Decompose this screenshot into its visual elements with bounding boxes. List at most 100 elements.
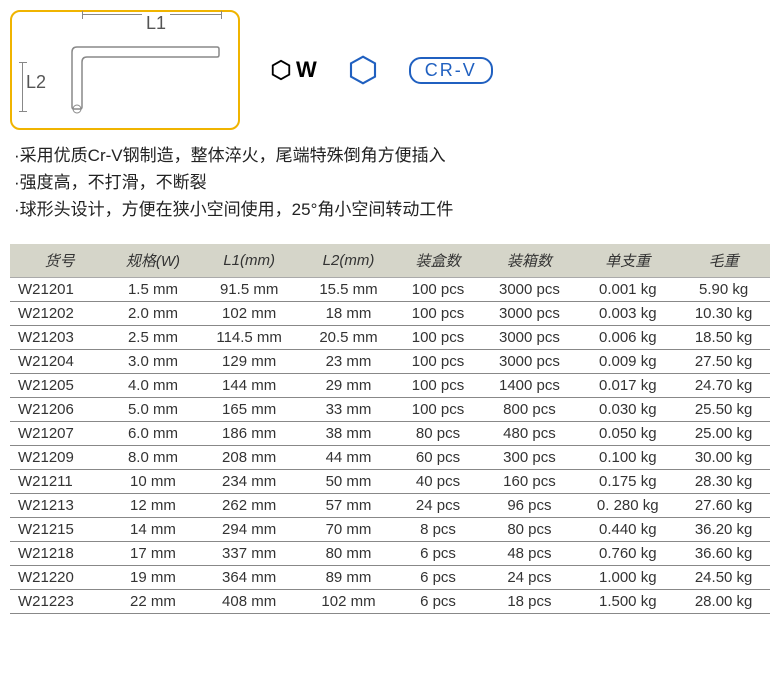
table-body: W212011.5 mm91.5 mm15.5 mm100 pcs3000 pc…	[10, 277, 770, 613]
table-cell: 10.30 kg	[677, 301, 770, 325]
table-cell: 0.175 kg	[578, 469, 677, 493]
table-row: W2122019 mm364 mm89 mm6 pcs24 pcs1.000 k…	[10, 565, 770, 589]
table-cell: 5.0 mm	[109, 397, 197, 421]
table-cell: 20.5 mm	[302, 325, 396, 349]
dimension-l1: L1	[82, 14, 222, 34]
table-cell: 337 mm	[197, 541, 302, 565]
table-cell: 29 mm	[302, 373, 396, 397]
table-row: W212032.5 mm114.5 mm20.5 mm100 pcs3000 p…	[10, 325, 770, 349]
table-cell: W21207	[10, 421, 109, 445]
table-cell: 300 pcs	[481, 445, 579, 469]
table-cell: 25.50 kg	[677, 397, 770, 421]
table-cell: 3000 pcs	[481, 301, 579, 325]
table-cell: 4.0 mm	[109, 373, 197, 397]
table-cell: 48 pcs	[481, 541, 579, 565]
table-row: W2122322 mm408 mm102 mm6 pcs18 pcs1.500 …	[10, 589, 770, 613]
table-cell: 0.050 kg	[578, 421, 677, 445]
w-label: W	[296, 57, 317, 83]
table-cell: W21203	[10, 325, 109, 349]
table-cell: 186 mm	[197, 421, 302, 445]
table-cell: 480 pcs	[481, 421, 579, 445]
wrench-diagram: L1 L2	[10, 10, 240, 130]
table-cell: W21211	[10, 469, 109, 493]
table-cell: 23 mm	[302, 349, 396, 373]
table-cell: 114.5 mm	[197, 325, 302, 349]
table-cell: 70 mm	[302, 517, 396, 541]
table-cell: 22 mm	[109, 589, 197, 613]
table-cell: 0.001 kg	[578, 277, 677, 301]
table-cell: 3.0 mm	[109, 349, 197, 373]
table-cell: 38 mm	[302, 421, 396, 445]
table-cell: 28.00 kg	[677, 589, 770, 613]
table-cell: 102 mm	[197, 301, 302, 325]
table-header-cell: L1(mm)	[197, 244, 302, 278]
table-cell: 6.0 mm	[109, 421, 197, 445]
table-cell: 14 mm	[109, 517, 197, 541]
table-header-cell: 装盒数	[395, 244, 480, 278]
desc-line-3: ·球形头设计，方便在狭小空间使用，25°角小空间转动工件	[14, 196, 770, 223]
table-cell: 28.30 kg	[677, 469, 770, 493]
table-cell: W21215	[10, 517, 109, 541]
table-header-cell: 装箱数	[481, 244, 579, 278]
table-row: W2121312 mm262 mm57 mm24 pcs96 pcs0. 280…	[10, 493, 770, 517]
table-cell: 1.5 mm	[109, 277, 197, 301]
table-cell: 100 pcs	[395, 373, 480, 397]
table-cell: 50 mm	[302, 469, 396, 493]
table-cell: 18.50 kg	[677, 325, 770, 349]
table-cell: 36.20 kg	[677, 517, 770, 541]
table-cell: 0.009 kg	[578, 349, 677, 373]
table-cell: 100 pcs	[395, 325, 480, 349]
table-cell: 25.00 kg	[677, 421, 770, 445]
table-cell: W21206	[10, 397, 109, 421]
table-cell: W21218	[10, 541, 109, 565]
table-cell: 5.90 kg	[677, 277, 770, 301]
table-cell: W21205	[10, 373, 109, 397]
table-cell: 80 mm	[302, 541, 396, 565]
table-row: W212022.0 mm102 mm18 mm100 pcs3000 pcs0.…	[10, 301, 770, 325]
table-cell: 15.5 mm	[302, 277, 396, 301]
table-cell: 165 mm	[197, 397, 302, 421]
table-cell: 6 pcs	[395, 565, 480, 589]
table-cell: 33 mm	[302, 397, 396, 421]
table-cell: 8.0 mm	[109, 445, 197, 469]
table-header-cell: 规格(W)	[109, 244, 197, 278]
table-cell: 57 mm	[302, 493, 396, 517]
spec-table: 货号规格(W)L1(mm)L2(mm)装盒数装箱数单支重毛重 W212011.5…	[10, 244, 770, 614]
table-cell: 800 pcs	[481, 397, 579, 421]
table-header-cell: 毛重	[677, 244, 770, 278]
table-cell: 100 pcs	[395, 301, 480, 325]
table-cell: W21213	[10, 493, 109, 517]
table-cell: 2.0 mm	[109, 301, 197, 325]
table-cell: 44 mm	[302, 445, 396, 469]
table-row: W2121110 mm234 mm50 mm40 pcs160 pcs0.175…	[10, 469, 770, 493]
table-cell: 294 mm	[197, 517, 302, 541]
table-cell: 1400 pcs	[481, 373, 579, 397]
table-cell: 19 mm	[109, 565, 197, 589]
table-cell: 18 mm	[302, 301, 396, 325]
desc-line-2: ·强度高，不打滑，不断裂	[14, 169, 770, 196]
table-cell: 24 pcs	[395, 493, 480, 517]
table-cell: 24.50 kg	[677, 565, 770, 589]
l1-label: L1	[142, 13, 170, 34]
table-header-cell: 货号	[10, 244, 109, 278]
table-cell: 8 pcs	[395, 517, 480, 541]
table-cell: 17 mm	[109, 541, 197, 565]
hexagon-black-icon	[270, 59, 292, 81]
table-cell: 2.5 mm	[109, 325, 197, 349]
table-cell: 100 pcs	[395, 349, 480, 373]
table-cell: 89 mm	[302, 565, 396, 589]
table-cell: 1.500 kg	[578, 589, 677, 613]
table-cell: 1.000 kg	[578, 565, 677, 589]
table-cell: 0.440 kg	[578, 517, 677, 541]
table-cell: 24 pcs	[481, 565, 579, 589]
table-cell: W21201	[10, 277, 109, 301]
table-cell: 80 pcs	[481, 517, 579, 541]
hex-w-group: W	[270, 57, 317, 83]
table-cell: 12 mm	[109, 493, 197, 517]
table-cell: 3000 pcs	[481, 325, 579, 349]
table-cell: 96 pcs	[481, 493, 579, 517]
table-cell: 160 pcs	[481, 469, 579, 493]
table-cell: 3000 pcs	[481, 349, 579, 373]
table-row: W212011.5 mm91.5 mm15.5 mm100 pcs3000 pc…	[10, 277, 770, 301]
table-cell: 0. 280 kg	[578, 493, 677, 517]
